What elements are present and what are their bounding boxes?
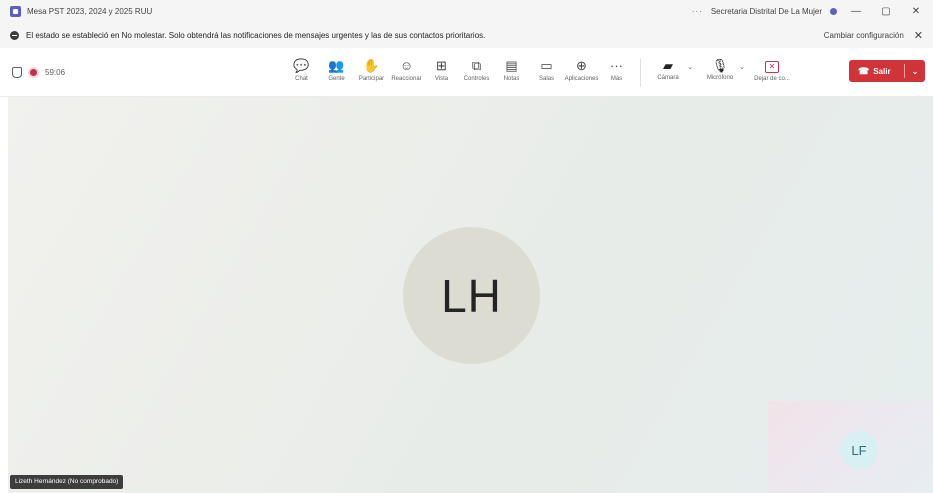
microphone-icon: 🎙 bbox=[711, 58, 729, 73]
more-button[interactable]: ··· Más bbox=[599, 57, 634, 82]
controls-button[interactable]: ⧉ Controles bbox=[459, 57, 494, 82]
do-not-disturb-banner: El estado se estableció en No molestar. … bbox=[0, 22, 933, 49]
react-button[interactable]: ☺ Reaccionar bbox=[389, 57, 424, 82]
react-label: Reaccionar bbox=[391, 76, 422, 82]
controls-label: Controles bbox=[463, 76, 490, 82]
teams-app-icon bbox=[10, 5, 21, 17]
camera-options-chevron-icon[interactable]: ⌄ bbox=[687, 63, 693, 71]
account-presence-icon[interactable] bbox=[830, 7, 837, 15]
people-button[interactable]: 👥 Gente bbox=[319, 57, 354, 82]
camera-off-icon: ▰ bbox=[663, 58, 673, 73]
notes-label: Notas bbox=[503, 76, 520, 82]
chat-label: Chat bbox=[295, 76, 308, 82]
self-video-tile[interactable]: LF bbox=[768, 401, 933, 493]
rooms-label: Salas bbox=[538, 76, 554, 82]
window-title: Mesa PST 2023, 2024 y 2025 RUU bbox=[27, 6, 153, 16]
rooms-icon: ▭ bbox=[540, 58, 553, 73]
view-icon: ⊞ bbox=[436, 58, 447, 73]
self-avatar: LF bbox=[840, 431, 878, 469]
toolbar-divider bbox=[640, 59, 641, 87]
meeting-toolbar: 59:06 💬 Chat 👥 Gente ✋ Participar ☺ Reac… bbox=[0, 48, 933, 97]
change-settings-link[interactable]: Cambiar configuración bbox=[824, 31, 904, 40]
camera-button[interactable]: ▰ Cámara ⌄ bbox=[649, 57, 693, 81]
maximize-button[interactable]: ▢ bbox=[875, 6, 897, 17]
notes-icon: ▤ bbox=[505, 58, 518, 73]
meeting-info-icon[interactable] bbox=[12, 66, 22, 78]
meeting-timer: 59:06 bbox=[45, 67, 66, 77]
apps-icon: ⊕ bbox=[576, 58, 587, 73]
more-options-icon[interactable]: ··· bbox=[692, 7, 703, 16]
leave-label: Salir bbox=[873, 66, 891, 76]
notes-button[interactable]: ▤ Notas bbox=[494, 57, 529, 82]
account-name[interactable]: Secretaria Distrital De La Mujer bbox=[711, 7, 822, 16]
close-window-button[interactable]: ✕ bbox=[905, 6, 927, 17]
more-label: Más bbox=[610, 76, 623, 82]
leave-button[interactable]: ☎ Salir ⌄ bbox=[849, 60, 925, 82]
leave-options-chevron-icon[interactable]: ⌄ bbox=[905, 67, 925, 76]
meeting-stage: LH LF Lizeth Hernández (No comprobado) bbox=[8, 97, 933, 493]
stop-share-icon: ✕ bbox=[765, 61, 779, 73]
view-label: Vista bbox=[434, 76, 449, 82]
raise-hand-icon: ✋ bbox=[363, 58, 380, 73]
more-icon: ··· bbox=[610, 58, 623, 73]
raise-hand-label: Participar bbox=[358, 76, 385, 82]
minimize-button[interactable]: — bbox=[845, 6, 867, 17]
microphone-button[interactable]: 🎙 Micrófono ⌄ bbox=[701, 57, 745, 81]
microphone-options-chevron-icon[interactable]: ⌄ bbox=[739, 63, 745, 71]
camera-label: Cámara bbox=[657, 75, 679, 81]
title-bar: Mesa PST 2023, 2024 y 2025 RUU ··· Secre… bbox=[0, 0, 933, 22]
dismiss-banner-button[interactable]: ✕ bbox=[914, 29, 923, 42]
participant-name-tag: Lizeth Hernández (No comprobado) bbox=[10, 475, 124, 489]
people-label: Gente bbox=[328, 76, 345, 82]
hang-up-icon: ☎ bbox=[858, 65, 870, 76]
apps-button[interactable]: ⊕ Aplicaciones bbox=[564, 57, 599, 82]
people-icon: 👥 bbox=[328, 58, 345, 73]
view-button[interactable]: ⊞ Vista bbox=[424, 57, 459, 82]
raise-hand-button[interactable]: ✋ Participar bbox=[354, 57, 389, 82]
banner-message: El estado se estableció en No molestar. … bbox=[26, 30, 486, 40]
stop-sharing-button[interactable]: ✕ Dejar de co... bbox=[753, 57, 791, 82]
controls-icon: ⧉ bbox=[471, 58, 482, 73]
participant-avatar[interactable]: LH bbox=[403, 227, 540, 364]
apps-label: Aplicaciones bbox=[564, 76, 599, 82]
rooms-button[interactable]: ▭ Salas bbox=[529, 57, 564, 82]
do-not-disturb-icon bbox=[10, 30, 19, 40]
chat-button[interactable]: 💬 Chat bbox=[284, 57, 319, 82]
microphone-label: Micrófono bbox=[706, 75, 734, 81]
recording-indicator-icon bbox=[30, 68, 37, 76]
stop-sharing-label: Dejar de co... bbox=[754, 76, 790, 82]
reaction-icon: ☺ bbox=[399, 58, 414, 73]
chat-icon: 💬 bbox=[293, 58, 310, 73]
